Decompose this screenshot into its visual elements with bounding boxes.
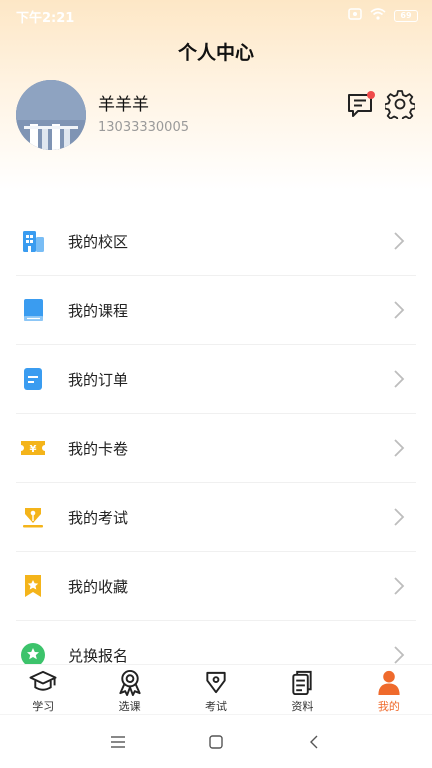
menu-item-label: 兑换报名 bbox=[68, 646, 129, 665]
person-icon bbox=[378, 670, 400, 696]
bookmark-icon bbox=[19, 572, 47, 600]
profile-phone: 13033330005 bbox=[98, 120, 189, 135]
menu-item-coupons[interactable]: ¥ 我的卡卷 bbox=[16, 414, 416, 483]
tab-exams[interactable]: 考试 bbox=[173, 665, 259, 714]
tab-label: 资料 bbox=[291, 700, 314, 713]
tab-courses[interactable]: 选课 bbox=[86, 665, 172, 714]
gear-icon bbox=[383, 90, 417, 123]
battery-icon: 69 bbox=[394, 10, 418, 22]
tab-materials[interactable]: 资料 bbox=[259, 665, 345, 714]
chevron-right-icon bbox=[394, 646, 405, 664]
book-icon bbox=[19, 296, 47, 324]
notification-dot bbox=[367, 91, 375, 99]
tab-mine[interactable]: 我的 bbox=[346, 665, 432, 714]
home-icon[interactable] bbox=[206, 732, 226, 752]
menu-item-label: 我的订单 bbox=[68, 370, 129, 389]
building-icon bbox=[19, 227, 47, 255]
files-icon bbox=[292, 670, 313, 696]
menu-list: 我的校区 我的课程 我的订单 ¥ 我的卡卷 我的考试 我的收藏 兑换报名 bbox=[16, 207, 416, 690]
bottom-tab-bar: 学习 选课 考试 资料 我的 bbox=[0, 664, 432, 714]
menu-item-label: 我的考试 bbox=[68, 508, 129, 527]
menu-icon[interactable] bbox=[108, 732, 128, 752]
chevron-right-icon bbox=[394, 508, 405, 526]
menu-item-courses[interactable]: 我的课程 bbox=[16, 276, 416, 345]
menu-item-exams[interactable]: 我的考试 bbox=[16, 483, 416, 552]
pen-icon bbox=[19, 503, 47, 531]
chevron-right-icon bbox=[394, 370, 405, 388]
chevron-right-icon bbox=[394, 232, 405, 250]
menu-item-label: 我的课程 bbox=[68, 301, 129, 320]
medal-icon bbox=[119, 669, 141, 696]
tab-label: 学习 bbox=[32, 700, 55, 713]
status-bar: 下午2:21 69 bbox=[0, 0, 432, 32]
system-nav-bar bbox=[0, 714, 432, 768]
avatar[interactable] bbox=[16, 80, 86, 150]
message-icon bbox=[348, 91, 375, 117]
menu-item-label: 我的校区 bbox=[68, 232, 129, 251]
messages-button[interactable] bbox=[346, 90, 376, 120]
menu-item-favorites[interactable]: 我的收藏 bbox=[16, 552, 416, 621]
ticket-icon: ¥ bbox=[19, 434, 47, 462]
chevron-right-icon bbox=[394, 301, 405, 319]
tab-label: 选课 bbox=[118, 700, 141, 713]
tab-label: 考试 bbox=[205, 700, 228, 713]
settings-button[interactable] bbox=[383, 89, 417, 123]
page-title: 个人中心 bbox=[177, 42, 254, 64]
menu-item-orders[interactable]: 我的订单 bbox=[16, 345, 416, 414]
menu-item-label: 我的收藏 bbox=[68, 577, 129, 596]
profile-name: 羊羊羊 bbox=[98, 95, 149, 115]
pen-nib-icon bbox=[206, 671, 226, 694]
status-time: 下午2:21 bbox=[16, 10, 75, 26]
wifi-icon bbox=[370, 8, 386, 24]
chevron-right-icon bbox=[394, 439, 405, 457]
graduation-cap-icon bbox=[29, 670, 57, 691]
document-icon bbox=[19, 365, 47, 393]
chevron-right-icon bbox=[394, 577, 405, 595]
status-icons: 69 bbox=[348, 8, 418, 24]
tab-label: 我的 bbox=[377, 700, 400, 713]
menu-item-campus[interactable]: 我的校区 bbox=[16, 207, 416, 276]
menu-item-label: 我的卡卷 bbox=[68, 439, 129, 458]
svg-text:¥: ¥ bbox=[30, 444, 37, 455]
back-icon[interactable] bbox=[304, 732, 324, 752]
tab-study[interactable]: 学习 bbox=[0, 665, 86, 714]
screen-cast-icon bbox=[348, 8, 362, 24]
